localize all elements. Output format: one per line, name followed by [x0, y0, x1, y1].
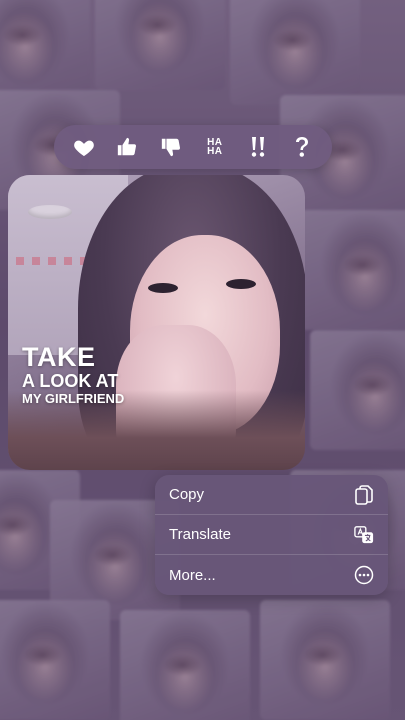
- menu-item-label: Translate: [169, 526, 231, 543]
- menu-item-label: More...: [169, 566, 216, 584]
- haha-icon: HA HA: [207, 138, 223, 157]
- double-exclamation-icon: [252, 137, 265, 157]
- photo-ceiling-lamp: [28, 205, 72, 219]
- caption-line-1: TAKE: [22, 342, 96, 372]
- caption-line-3: MY GIRLFRIEND: [22, 391, 125, 406]
- menu-item-label: Copy: [169, 486, 205, 503]
- context-menu: Copy Translate More...: [155, 475, 388, 595]
- copy-icon: [354, 484, 374, 505]
- reaction-question[interactable]: [284, 129, 320, 165]
- haha-label: HA HA: [207, 138, 223, 157]
- translate-icon: [354, 525, 374, 545]
- heart-icon: [73, 140, 94, 157]
- thumbs-up-icon: [118, 137, 137, 156]
- reaction-like[interactable]: [109, 129, 145, 165]
- haha-label-line: HA: [207, 146, 223, 157]
- reaction-bar: HA HA: [54, 125, 332, 169]
- menu-item-translate[interactable]: Translate: [155, 515, 388, 555]
- reaction-heart[interactable]: [66, 129, 102, 165]
- photo-caption: TAKE A LOOK AT MY GIRLFRIEND: [22, 343, 124, 407]
- menu-item-more[interactable]: More...: [155, 555, 388, 595]
- reaction-dislike[interactable]: [153, 129, 189, 165]
- more-icon: [354, 565, 374, 585]
- caption-line-2: A LOOK AT: [22, 371, 119, 391]
- reaction-haha[interactable]: HA HA: [197, 129, 233, 165]
- photo-eye-left: [148, 283, 178, 293]
- photo-eye-right: [226, 279, 256, 289]
- reaction-emphasize[interactable]: [240, 129, 276, 165]
- question-mark-icon: [296, 137, 309, 157]
- message-photo[interactable]: TAKE A LOOK AT MY GIRLFRIEND: [8, 175, 305, 470]
- thumbs-down-icon: [161, 138, 181, 157]
- menu-item-copy[interactable]: Copy: [155, 475, 388, 515]
